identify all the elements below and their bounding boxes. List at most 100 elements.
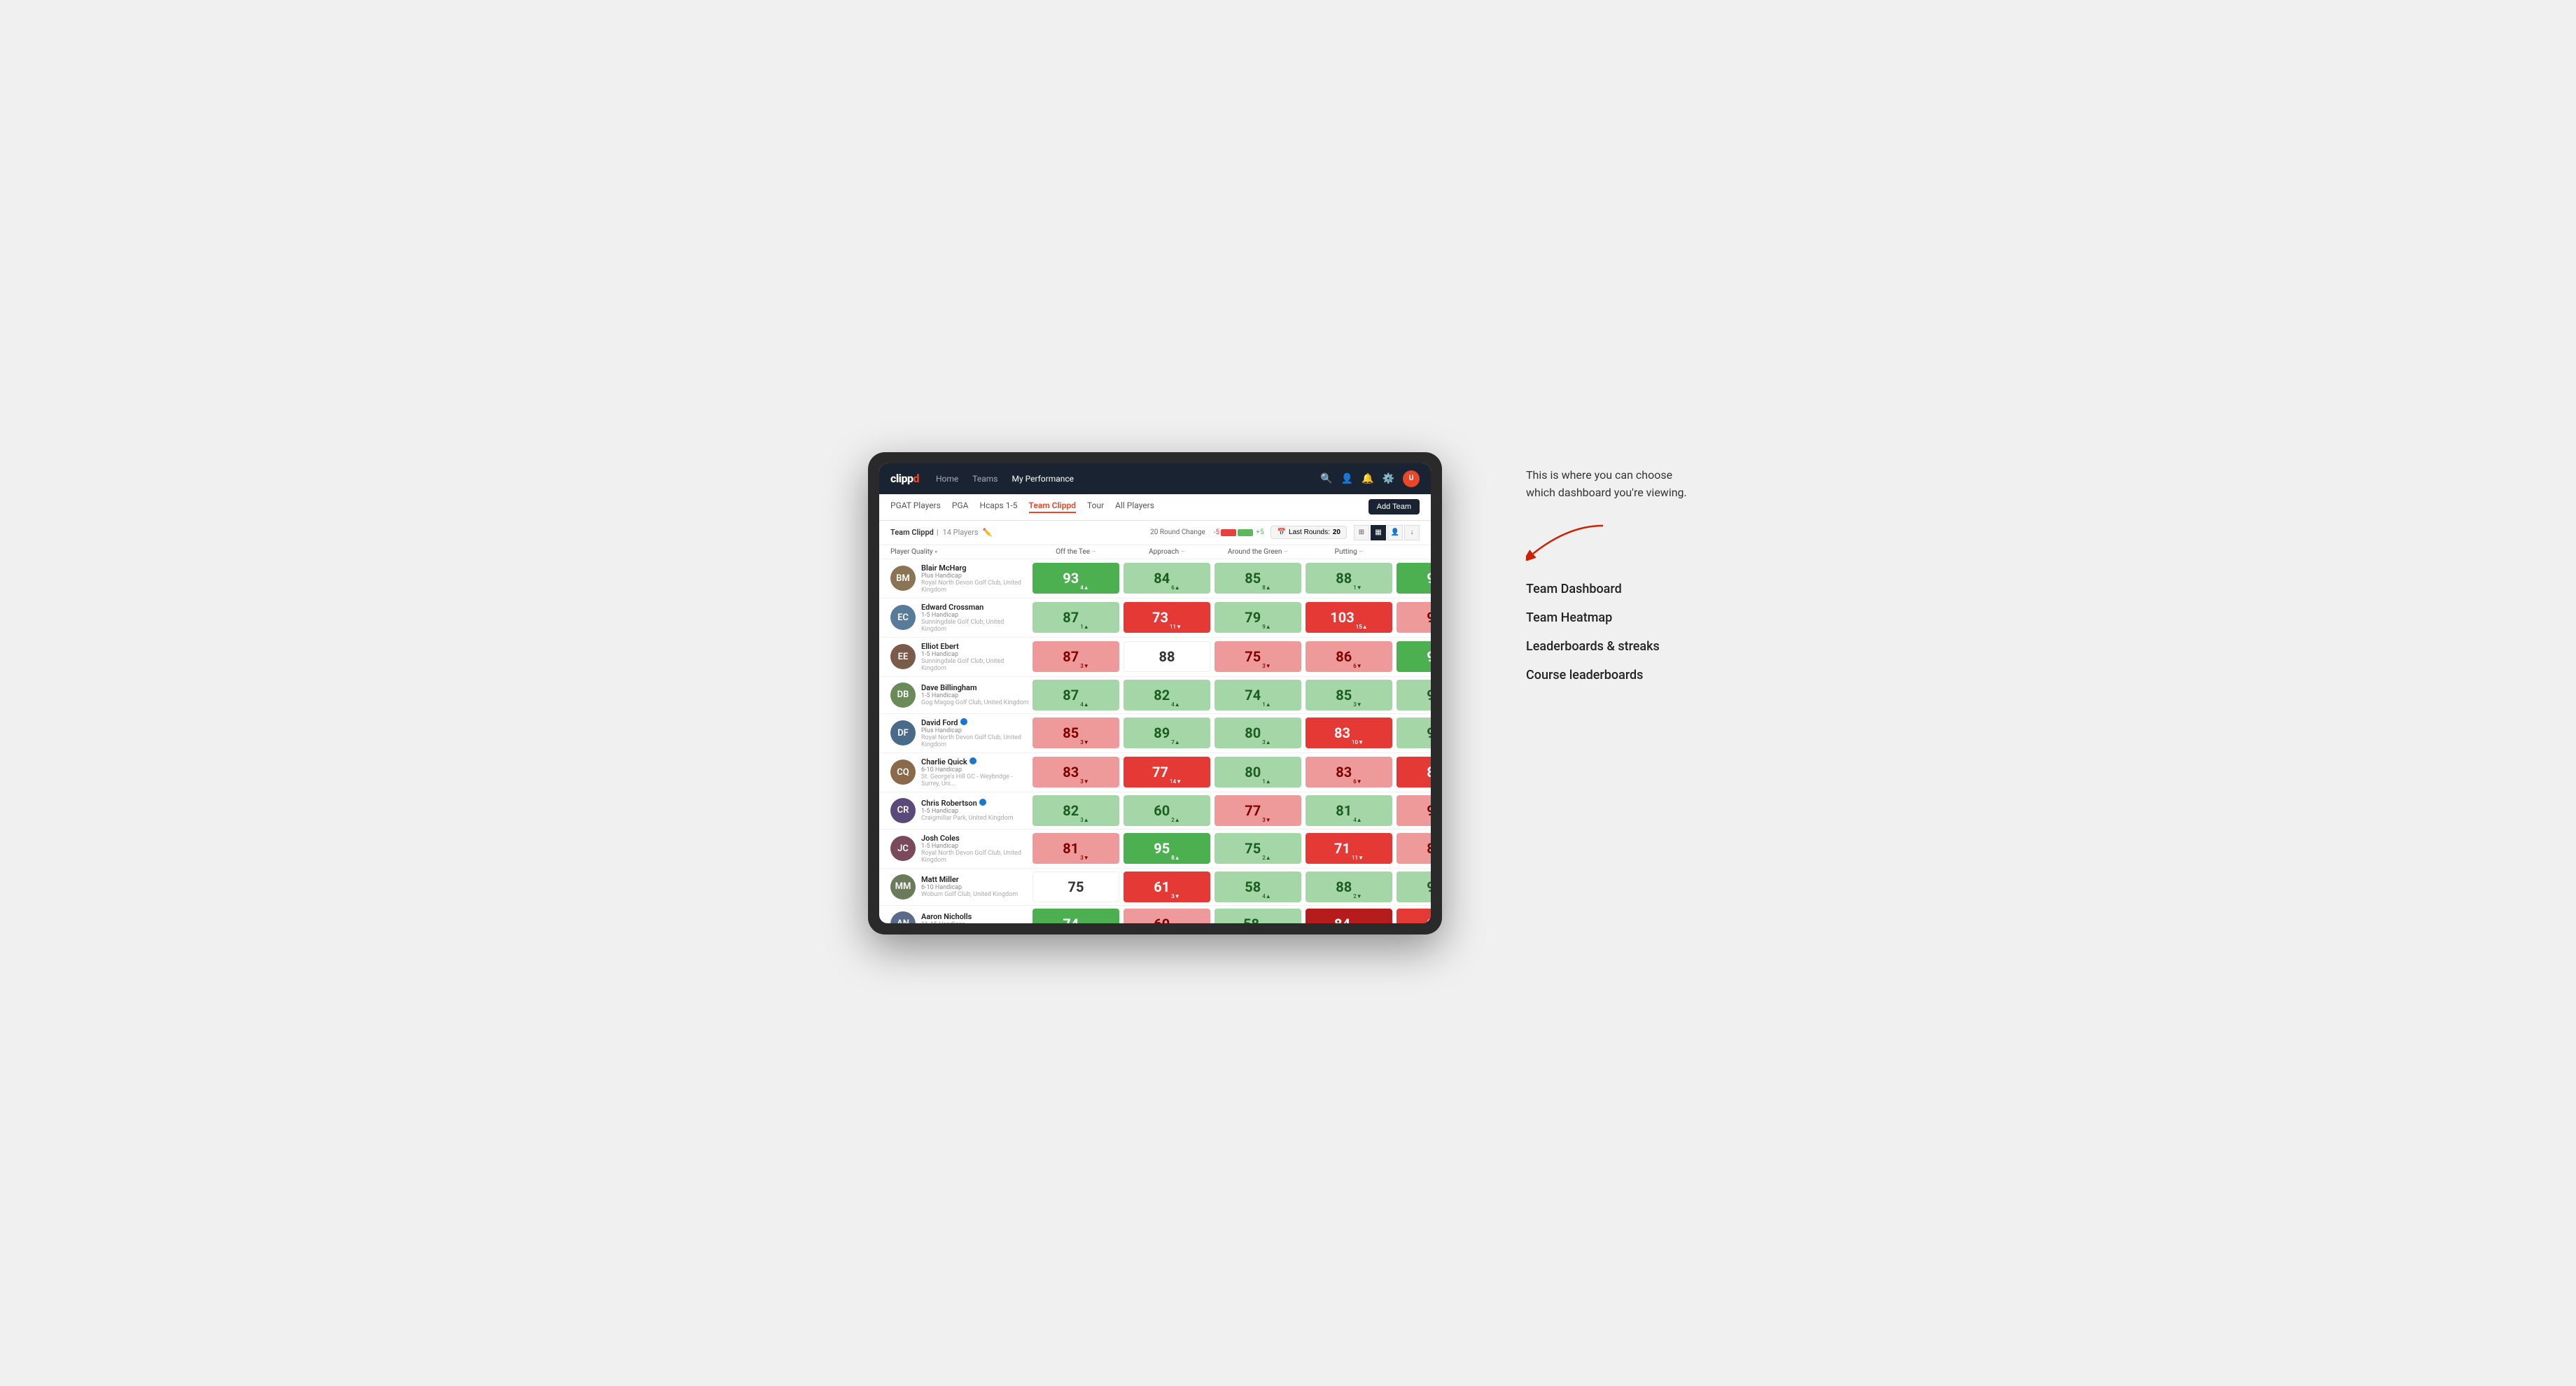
last-rounds-button[interactable]: 📅 Last Rounds: 20 — [1270, 526, 1347, 539]
subnav-tour[interactable]: Tour — [1087, 500, 1104, 513]
player-handicap: 1-5 Handicap — [921, 651, 1030, 658]
view-person-icon[interactable]: 👤 — [1387, 525, 1403, 540]
player-info-cell[interactable]: DFDavid FordPlus HandicapRoyal North Dev… — [890, 715, 1030, 751]
player-info-cell[interactable]: CQCharlie Quick6-10 HandicapSt. George's… — [890, 755, 1030, 790]
view-icons: ⊞ ▦ 👤 ↓ — [1354, 525, 1420, 540]
player-info-cell[interactable]: JCJosh Coles1-5 HandicapRoyal North Devo… — [890, 831, 1030, 867]
score-change: 4 — [1353, 817, 1362, 823]
menu-team-heatmap[interactable]: Team Heatmap — [1526, 603, 1694, 632]
subnav: PGAT Players PGA Hcaps 1-5 Team Clippd T… — [879, 494, 1431, 521]
score-change: 1 — [1080, 624, 1088, 630]
score-change: 4 — [1262, 893, 1270, 899]
player-name: Chris Robertson — [921, 799, 1014, 808]
score-cell: 5810 — [1214, 909, 1301, 923]
verified-icon — [979, 799, 986, 806]
subnav-team-clippd[interactable]: Team Clippd — [1029, 500, 1076, 513]
menu-leaderboards[interactable]: Leaderboards & streaks — [1526, 632, 1694, 661]
calendar-icon: 📅 — [1277, 528, 1285, 536]
player-handicap: Plus Handicap — [921, 573, 1030, 580]
score-value: 74 — [1245, 687, 1261, 704]
bell-icon[interactable]: 🔔 — [1362, 473, 1373, 484]
score-value: 71 — [1334, 840, 1350, 857]
score-change: 6 — [1353, 663, 1362, 669]
table-row: DFDavid FordPlus HandicapRoyal North Dev… — [879, 714, 1431, 753]
subnav-pgat-players[interactable]: PGAT Players — [890, 500, 941, 513]
player-info-cell[interactable]: MMMatt Miller6-10 HandicapWoburn Golf Cl… — [890, 872, 1030, 902]
player-avatar: JC — [890, 836, 916, 861]
score-cell: 975 — [1396, 641, 1431, 672]
score-cell: 824 — [1124, 680, 1210, 710]
team-name-label: Team Clippd — [890, 528, 934, 537]
bar-negative — [1221, 529, 1236, 536]
player-club: Royal North Devon Golf Club, United King… — [921, 734, 1030, 748]
score-cell: 873 — [1032, 641, 1119, 672]
score-value: 80 — [1245, 724, 1261, 741]
sort-arrow: ▾ — [934, 549, 937, 555]
subnav-hcaps[interactable]: Hcaps 1-5 — [979, 500, 1017, 513]
score-value: 95 — [1427, 570, 1431, 587]
score-value: 97 — [1427, 648, 1431, 665]
range-neg: -5 — [1214, 528, 1219, 536]
score-cell: 823 — [1032, 795, 1119, 826]
player-name: David Ford — [921, 718, 1030, 727]
score-value: 84 — [1154, 570, 1170, 587]
score-cell: 8310 — [1306, 718, 1392, 748]
view-download-icon[interactable]: ↓ — [1404, 525, 1420, 540]
col-around-green[interactable]: Around the Green — — [1212, 548, 1303, 556]
score-cell: 801 — [1214, 757, 1301, 788]
add-team-button[interactable]: Add Team — [1368, 499, 1420, 514]
score-value: 94 — [1427, 687, 1431, 704]
score-value: 89 — [1427, 840, 1431, 857]
score-cell: 871 — [1032, 602, 1119, 633]
settings-icon[interactable]: ⚙️ — [1382, 473, 1394, 484]
score-value: 85 — [1245, 570, 1261, 587]
score-cell: 753 — [1214, 641, 1301, 672]
score-change: 2 — [1171, 817, 1180, 823]
score-cell: 8421 — [1306, 909, 1392, 923]
player-info-cell[interactable]: CRChris Robertson1-5 HandicapCraigmillar… — [890, 795, 1030, 826]
edit-icon[interactable]: ✏️ — [983, 528, 993, 537]
player-club: Royal North Devon Golf Club, United King… — [921, 850, 1030, 864]
col-player-quality[interactable]: Player Quality ▾ — [890, 548, 1030, 556]
player-handicap: 1-5 Handicap — [921, 808, 1014, 815]
score-value: 81 — [1063, 840, 1079, 857]
player-handicap: 6-10 Handicap — [921, 766, 1030, 774]
player-info-cell[interactable]: BMBlair McHargPlus HandicapRoyal North D… — [890, 561, 1030, 596]
round-change-label: 20 Round Change — [1150, 528, 1205, 536]
user-icon[interactable]: 👤 — [1341, 473, 1353, 484]
col-putting[interactable]: Putting — — [1303, 548, 1394, 556]
nav-my-performance[interactable]: My Performance — [1011, 474, 1074, 484]
search-icon[interactable]: 🔍 — [1320, 473, 1332, 484]
score-change: 7 — [1171, 739, 1180, 746]
subnav-pga[interactable]: PGA — [952, 500, 969, 513]
player-info-cell[interactable]: ANAaron Nicholls11-15 HandicapDrift Golf… — [890, 909, 1030, 923]
player-handicap: 1-5 Handicap — [921, 692, 1029, 699]
nav-teams[interactable]: Teams — [972, 474, 997, 484]
menu-course-leaderboards[interactable]: Course leaderboards — [1526, 661, 1694, 690]
player-info-cell[interactable]: DBDave Billingham1-5 HandicapGog Magog G… — [890, 680, 1030, 710]
table-row: ANAaron Nicholls11-15 HandicapDrift Golf… — [879, 906, 1431, 923]
score-change: 4 — [1080, 584, 1088, 591]
toolbar: Team Clippd | 14 Players ✏️ 20 Round Cha… — [879, 521, 1431, 545]
score-cell: 752 — [1214, 833, 1301, 864]
menu-team-dashboard[interactable]: Team Dashboard — [1526, 575, 1694, 603]
score-value: 75 — [1068, 878, 1084, 895]
score-cell: 814 — [1306, 795, 1392, 826]
player-info-cell[interactable]: ECEdward Crossman1-5 HandicapSunningdale… — [890, 600, 1030, 636]
player-info-cell[interactable]: EEElliot Ebert1-5 HandicapSunningdale Go… — [890, 639, 1030, 675]
annotation-tooltip: This is where you can choose which dashb… — [1526, 466, 1694, 502]
page-wrapper: clippd Home Teams My Performance 🔍 👤 🔔 ⚙… — [868, 452, 1708, 934]
score-change: 4 — [1171, 701, 1180, 708]
view-grid-icon[interactable]: ⊞ — [1354, 525, 1369, 540]
score-value: 88 — [1159, 648, 1175, 665]
subnav-all-players[interactable]: All Players — [1115, 500, 1154, 513]
avatar[interactable]: U — [1403, 470, 1420, 487]
col-off-tee[interactable]: Off the Tee — — [1030, 548, 1121, 556]
nav-home[interactable]: Home — [936, 474, 958, 484]
view-table-icon[interactable]: ▦ — [1371, 525, 1386, 540]
player-avatar: EE — [890, 644, 916, 669]
player-details: Dave Billingham1-5 HandicapGog Magog Gol… — [921, 683, 1029, 706]
col-approach[interactable]: Approach — — [1121, 548, 1212, 556]
score-value: 85 — [1427, 916, 1431, 923]
score-change: 3 — [1262, 663, 1270, 669]
